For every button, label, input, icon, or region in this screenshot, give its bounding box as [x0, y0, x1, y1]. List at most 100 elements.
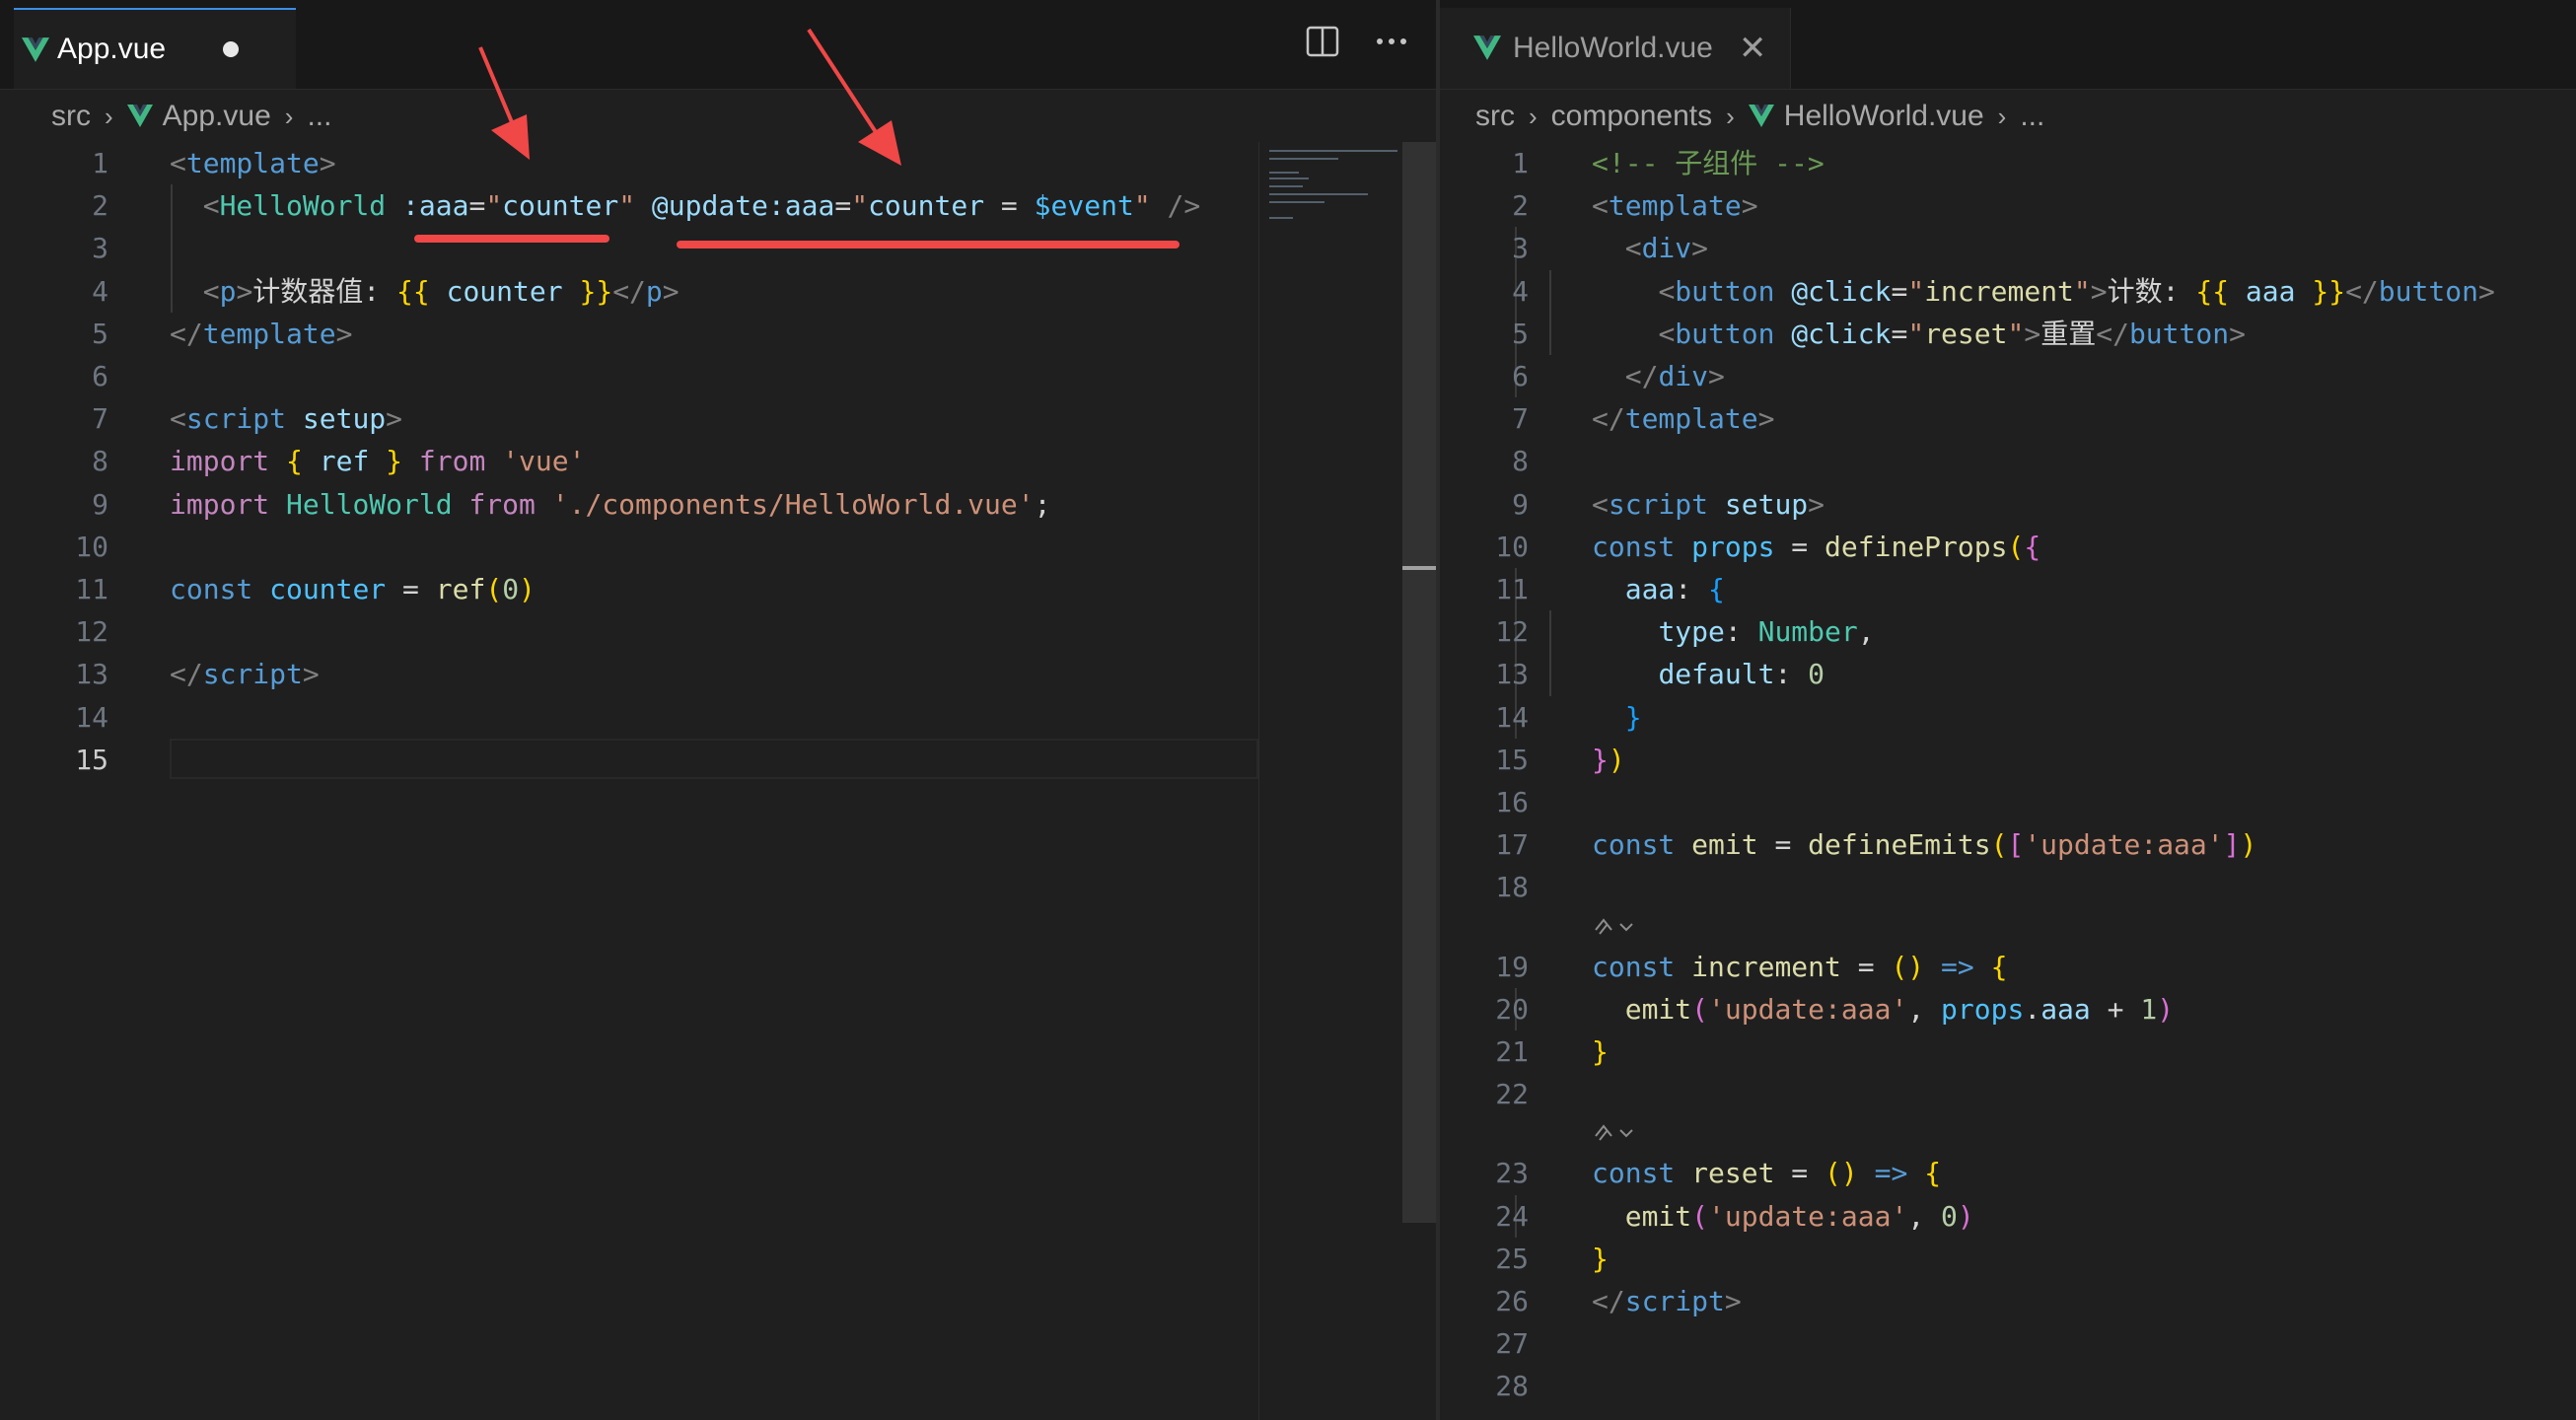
- breadcrumb-more[interactable]: ...: [2020, 100, 2044, 133]
- breadcrumb: src › components › HelloWorld.vue › ...: [1475, 95, 2044, 138]
- code-line[interactable]: 5 <button @click="reset">重置</button>: [1440, 313, 2576, 355]
- code-token: script: [185, 402, 287, 436]
- code-token: from: [468, 487, 536, 521]
- code-line[interactable]: 8: [1440, 440, 2576, 482]
- line-number: 22: [1495, 1078, 1529, 1111]
- code-line[interactable]: 18: [1440, 866, 2576, 908]
- code-token: script: [1624, 1285, 1725, 1317]
- code-line[interactable]: 27: [1440, 1322, 2576, 1365]
- code-token: template: [202, 317, 336, 350]
- code-token: <: [1658, 317, 1676, 350]
- code-token: (: [2007, 530, 2025, 563]
- code-token: const: [1592, 1157, 1676, 1190]
- code-line[interactable]: 1 <!-- 子组件 -->: [1440, 142, 2576, 184]
- code-text: <script setup>: [1592, 483, 1825, 526]
- code-line[interactable]: 6 </div>: [1440, 355, 2576, 397]
- line-number: 1: [1512, 147, 1529, 179]
- code-token: </: [2096, 317, 2129, 350]
- code-line[interactable]: 14: [0, 696, 1223, 739]
- code-token: props: [1691, 530, 1775, 563]
- code-line[interactable]: 14 }: [1440, 696, 2576, 739]
- tab-helloworld-vue[interactable]: HelloWorld.vue ✕: [1440, 8, 1791, 89]
- code-line[interactable]: 15}): [1440, 739, 2576, 781]
- code-line[interactable]: 13 default: 0: [1440, 653, 2576, 695]
- code-text: const props = defineProps({: [1592, 526, 2040, 568]
- minimap[interactable]: [1258, 142, 1397, 1420]
- code-text: }): [1592, 739, 1625, 781]
- breadcrumb-folder-src[interactable]: src: [1475, 100, 1515, 133]
- code-token: {: [1990, 950, 2008, 983]
- code-line[interactable]: 25}: [1440, 1238, 2576, 1280]
- line-number: 23: [1495, 1157, 1529, 1190]
- close-tab-icon[interactable]: ✕: [1739, 32, 1767, 65]
- code-line[interactable]: 21}: [1440, 1030, 2576, 1073]
- code-token: counter: [269, 573, 387, 605]
- editor-pane-app-vue: App.vue src › App.vue › ... 1 <template> 2…: [0, 0, 1436, 1420]
- code-token: :: [1774, 658, 1809, 691]
- code-line[interactable]: 20 emit('update:aaa', props.aaa + 1): [1440, 988, 2576, 1030]
- codelens-sparkle-icon[interactable]: [1592, 1122, 1633, 1144]
- code-token: >: [2477, 274, 2495, 308]
- code-line[interactable]: 9 import HelloWorld from './components/He…: [0, 483, 1223, 526]
- code-token: const: [170, 573, 253, 605]
- code-line[interactable]: 12: [0, 610, 1223, 653]
- code-line[interactable]: 3 <div>: [1440, 227, 2576, 269]
- code-token: HelloWorld: [286, 487, 453, 521]
- code-token: }: [1592, 1035, 1609, 1068]
- codelens-sparkle-icon[interactable]: [1592, 916, 1633, 938]
- breadcrumb-file[interactable]: HelloWorld.vue: [1784, 100, 1984, 133]
- code-line[interactable]: 10 const props = defineProps({: [1440, 526, 2576, 568]
- code-line[interactable]: 7 </template>: [1440, 397, 2576, 440]
- code-line[interactable]: 5 </template>: [0, 313, 1223, 355]
- line-number: 6: [92, 360, 108, 392]
- code-line[interactable]: 22: [1440, 1073, 2576, 1115]
- code-text: <div>: [1592, 227, 1708, 269]
- editor-pane-helloworld-vue: HelloWorld.vue ✕ src › components › Hell…: [1440, 0, 2576, 1420]
- code-line[interactable]: 11 const counter = ref(0): [0, 568, 1223, 610]
- code-token: <: [1592, 189, 1609, 223]
- code-line[interactable]: 26 </script>: [1440, 1280, 2576, 1322]
- line-number: 13: [1495, 658, 1529, 691]
- code-line[interactable]: 16: [1440, 781, 2576, 823]
- code-text: }: [1592, 696, 1642, 739]
- tab-label: HelloWorld.vue: [1513, 32, 1713, 64]
- vertical-scrollbar[interactable]: [1402, 142, 1436, 1223]
- code-token: }: [1592, 743, 1609, 776]
- code-line[interactable]: 13 </script>: [0, 653, 1223, 695]
- breadcrumb-folder-components[interactable]: components: [1551, 100, 1712, 133]
- code-token: 重置: [2040, 317, 2097, 350]
- line-number: 4: [1512, 274, 1529, 308]
- code-token: ): [2240, 828, 2257, 862]
- code-line[interactable]: 28: [1440, 1365, 2576, 1407]
- code-token: .: [2024, 992, 2041, 1026]
- code-line[interactable]: 11 aaa: {: [1440, 568, 2576, 610]
- code-token: >: [302, 658, 320, 691]
- code-line[interactable]: 6: [0, 355, 1223, 397]
- code-line[interactable]: 10: [0, 526, 1223, 568]
- code-line[interactable]: 17 const emit = defineEmits(['update:aaa'…: [1440, 823, 2576, 866]
- code-line[interactable]: 9 <script setup>: [1440, 483, 2576, 526]
- code-token: ): [2157, 992, 2175, 1026]
- code-token: 'update:aaa': [1708, 1199, 1908, 1233]
- code-line[interactable]: 24 emit('update:aaa', 0): [1440, 1195, 2576, 1238]
- code-line[interactable]: 12 type: Number,: [1440, 610, 2576, 653]
- code-token: >: [1708, 360, 1725, 392]
- code-line[interactable]: 2 <template>: [1440, 184, 2576, 227]
- line-number: 7: [1512, 402, 1529, 436]
- code-line[interactable]: 23 const reset = () => {: [1440, 1152, 2576, 1194]
- code-line[interactable]: 15: [0, 739, 1223, 781]
- code-line[interactable]: 8 import { ref } from 'vue': [0, 440, 1223, 482]
- code-line[interactable]: 19 const increment = () => {: [1440, 946, 2576, 988]
- code-line[interactable]: 4 <button @click="increment">计数: {{ aaa …: [1440, 270, 2576, 313]
- line-number: 14: [75, 700, 108, 734]
- code-line[interactable]: 7 <script setup>: [0, 397, 1223, 440]
- code-token: (): [1825, 1157, 1858, 1190]
